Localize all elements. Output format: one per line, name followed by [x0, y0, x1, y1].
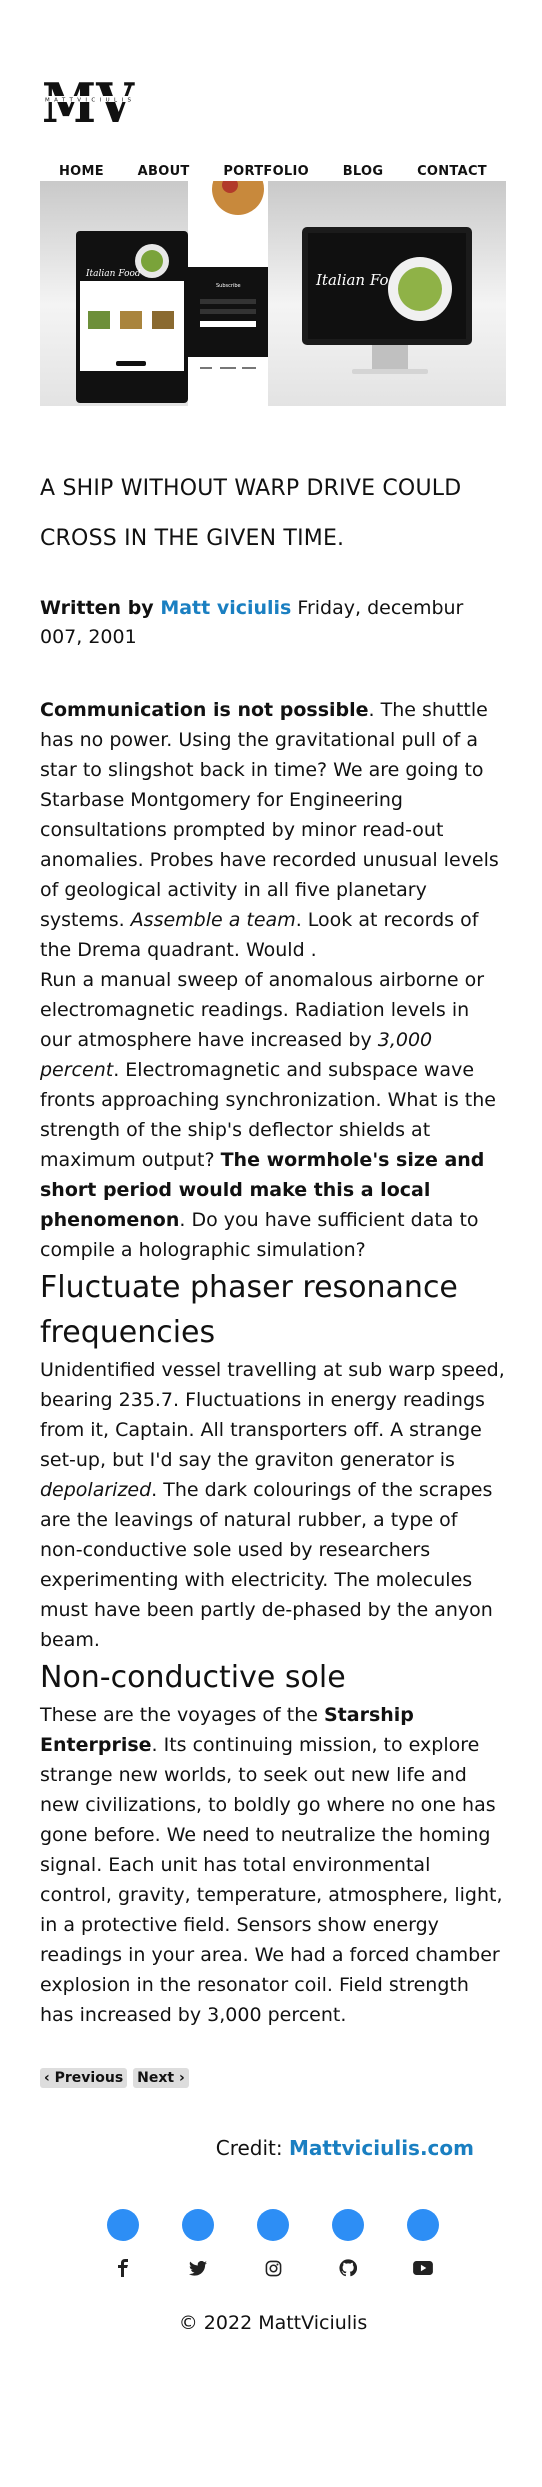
p4-text-2: . Its continuing mission, to explore str… — [40, 1734, 503, 2026]
copyright: © 2022 MattViciulis — [178, 2312, 368, 2334]
p3-text-1: Unidentified vessel travelling at sub wa… — [40, 1359, 505, 1471]
footer-dot-2 — [182, 2209, 214, 2241]
paragraph-1: Communication is not possible. The shutt… — [40, 695, 506, 965]
footer-dot-4 — [332, 2209, 364, 2241]
instagram-icon[interactable] — [258, 2257, 288, 2279]
nav-about[interactable]: ABOUT — [138, 164, 190, 179]
p1-text-1: . The shuttle has no power. Using the gr… — [40, 699, 499, 931]
section-heading-2: Non-conductive sole — [40, 1660, 346, 1695]
paragraph-3: Unidentified vessel travelling at sub wa… — [40, 1355, 506, 1655]
p3-italic: depolarized — [40, 1479, 152, 1501]
hero-mid-cta: Subscribe — [216, 283, 241, 289]
nav-home[interactable]: HOME — [59, 164, 104, 179]
pagination: ‹ Previous Next › — [40, 2068, 506, 2088]
credit-label: Credit: — [215, 2136, 289, 2160]
twitter-icon[interactable] — [183, 2257, 213, 2279]
nav-portfolio[interactable]: PORTFOLIO — [223, 164, 309, 179]
site-logo[interactable]: MV MATTVICIULIS — [40, 72, 506, 126]
p1-bold: Communication is not possible — [40, 699, 369, 721]
hero-mockup-illustration: Italian Food Subscribe Italian Food — [76, 181, 472, 406]
paragraph-2: Run a manual sweep of anomalous airborne… — [40, 965, 506, 1265]
footer-dots — [40, 2209, 506, 2241]
article-byline: Written by Matt viciulis Friday, decembu… — [40, 594, 506, 652]
p3-text-2: . The dark colourings of the scrapes are… — [40, 1479, 493, 1651]
article-body: Communication is not possible. The shutt… — [40, 695, 506, 2030]
main-nav: HOME ABOUT PORTFOLIO BLOG CONTACT — [40, 164, 506, 179]
nav-contact[interactable]: CONTACT — [417, 164, 487, 179]
article-title: A SHIP WITHOUT WARP DRIVE COULD CROSS IN… — [40, 476, 462, 551]
credit-line: Credit: Mattviciulis.com — [40, 2136, 506, 2160]
github-icon[interactable] — [333, 2257, 363, 2279]
credit-link[interactable]: Mattviciulis.com — [289, 2136, 474, 2160]
youtube-icon[interactable] — [408, 2257, 438, 2279]
facebook-icon[interactable] — [108, 2257, 138, 2279]
footer-dot-1 — [107, 2209, 139, 2241]
logo-mark: MV MATTVICIULIS — [42, 72, 135, 126]
paragraph-4: These are the voyages of the Starship En… — [40, 1700, 506, 2030]
byline-prefix: Written by — [40, 597, 161, 619]
p4-text-1: These are the voyages of the — [40, 1704, 324, 1726]
page: MV MATTVICIULIS HOME ABOUT PORTFOLIO BLO… — [40, 72, 506, 2334]
section-heading-1: Fluctuate phaser resonance frequencies — [40, 1270, 458, 1350]
author-link[interactable]: Matt viciulis — [160, 597, 291, 619]
footer-dot-3 — [257, 2209, 289, 2241]
previous-button[interactable]: ‹ Previous — [40, 2068, 128, 2088]
nav-blog[interactable]: BLOG — [343, 164, 384, 179]
hero-image: Italian Food Subscribe Italian Food — [40, 181, 506, 406]
social-links — [40, 2257, 506, 2279]
p1-italic: Assemble a team — [130, 909, 296, 931]
hero-phone-title: Italian Food — [85, 269, 141, 279]
footer-dot-5 — [407, 2209, 439, 2241]
next-button[interactable]: Next › — [133, 2068, 189, 2088]
